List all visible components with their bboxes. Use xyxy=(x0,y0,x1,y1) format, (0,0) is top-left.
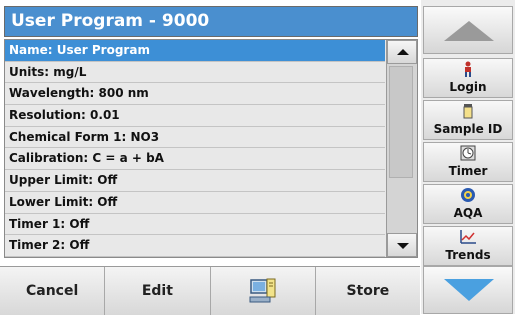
aqa-button[interactable]: AQA xyxy=(423,184,513,224)
login-label: Login xyxy=(449,80,487,94)
store-label: Store xyxy=(346,283,390,299)
page-up-button[interactable] xyxy=(423,6,513,54)
scroll-up-button[interactable] xyxy=(387,40,417,64)
timer-label: Timer xyxy=(448,164,488,178)
aqa-icon xyxy=(424,187,512,205)
side-panel: Login Sample ID Timer AQA Trends xyxy=(421,0,515,314)
list-scrollbar[interactable] xyxy=(386,40,417,257)
sample-id-label: Sample ID xyxy=(433,122,503,136)
edit-button[interactable]: Edit xyxy=(105,267,211,315)
arrow-up-icon xyxy=(444,21,494,41)
list-item[interactable]: Units: mg/L xyxy=(5,61,385,84)
program-list-area: Name: User Program Units: mg/L Wavelengt… xyxy=(4,39,418,258)
computer-button[interactable] xyxy=(211,267,316,315)
timer-icon xyxy=(424,145,512,163)
chevron-down-icon xyxy=(397,243,409,249)
list-item[interactable]: Timer 2: Off xyxy=(5,235,385,257)
list-item[interactable]: Resolution: 0.01 xyxy=(5,105,385,127)
edit-label: Edit xyxy=(141,283,173,299)
computer-icon xyxy=(249,278,276,303)
program-list: Name: User Program Units: mg/L Wavelengt… xyxy=(5,40,385,257)
list-item[interactable]: Name: User Program xyxy=(5,40,385,62)
timer-button[interactable]: Timer xyxy=(423,142,513,182)
scroll-down-button[interactable] xyxy=(387,233,417,257)
page-down-button[interactable] xyxy=(423,266,513,314)
page-title: User Program - 9000 xyxy=(4,6,418,37)
login-button[interactable]: Login xyxy=(423,58,513,98)
cancel-label: Cancel xyxy=(25,283,79,299)
trend-chart-icon xyxy=(424,229,512,247)
arrow-down-icon xyxy=(444,279,494,301)
bottom-toolbar: Cancel Edit Store xyxy=(0,266,420,315)
list-item[interactable]: Upper Limit: Off xyxy=(5,170,385,192)
chevron-up-icon xyxy=(397,49,409,55)
person-icon xyxy=(424,61,512,79)
list-item[interactable]: Lower Limit: Off xyxy=(5,191,385,214)
cancel-button[interactable]: Cancel xyxy=(0,267,106,315)
sample-vial-icon xyxy=(424,103,512,121)
list-item[interactable]: Wavelength: 800 nm xyxy=(5,83,385,106)
aqa-label: AQA xyxy=(453,206,483,220)
store-button[interactable]: Store xyxy=(316,267,420,315)
sample-id-button[interactable]: Sample ID xyxy=(423,100,513,140)
main-panel: User Program - 9000 Name: User Program U… xyxy=(0,0,420,315)
scroll-thumb[interactable] xyxy=(389,66,413,178)
list-item[interactable]: Chemical Form 1: NO3 xyxy=(5,126,385,149)
list-item[interactable]: Calibration: C = a + bA xyxy=(5,148,385,171)
trends-label: Trends xyxy=(445,248,491,262)
list-item[interactable]: Timer 1: Off xyxy=(5,213,385,236)
trends-button[interactable]: Trends xyxy=(423,226,513,266)
